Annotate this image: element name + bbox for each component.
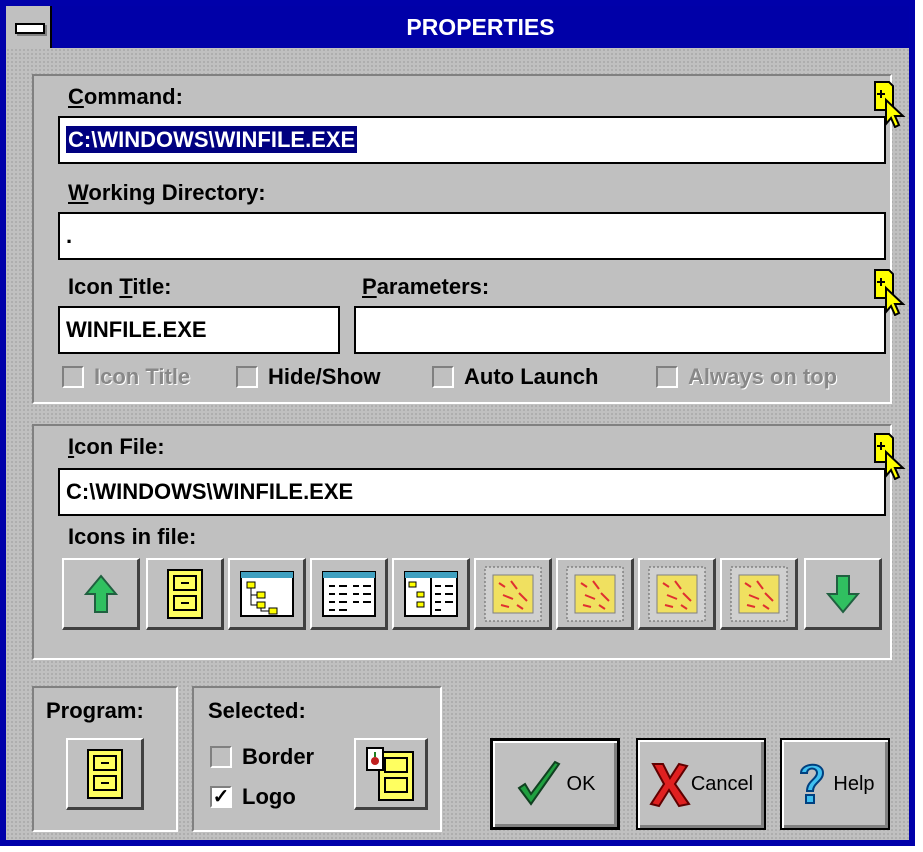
icon-panel: Icon File: C:\WINDOWS\WINFILE.EXE Icons …: [32, 424, 906, 660]
command-label: Command:: [68, 84, 183, 109]
system-menu-button[interactable]: [6, 6, 52, 48]
cancel-button[interactable]: Cancel: [636, 738, 766, 830]
program-label: Program:: [46, 698, 144, 723]
icons-in-file-label: Icons in file:: [68, 524, 197, 549]
arrow-up-icon: [83, 573, 118, 613]
browse-command-icon[interactable]: [872, 80, 908, 128]
cancel-x-icon: [649, 762, 691, 808]
working-directory-label: Working Directory:: [68, 180, 266, 205]
ok-button[interactable]: OK: [490, 738, 620, 830]
help-button[interactable]: Help: [780, 738, 890, 830]
icon-option-empty-1[interactable]: [474, 558, 552, 630]
auto-launch-checkbox[interactable]: [432, 366, 454, 388]
border-checkbox[interactable]: [210, 746, 232, 768]
file-list-icon: [321, 570, 376, 617]
title-bar: PROPERTIES: [6, 6, 909, 48]
browse-parameters-icon[interactable]: [872, 268, 908, 316]
arrow-down-icon: [825, 574, 860, 614]
icon-option-empty-4[interactable]: [720, 558, 798, 630]
icon-option-file-cabinet[interactable]: [146, 558, 224, 630]
tree-list-icon: [403, 570, 458, 617]
program-properties-panel: Command: C:\WINDOWS\WINFILE.EXE Working …: [32, 74, 906, 404]
program-icon-button[interactable]: [66, 738, 144, 810]
file-cabinet-icon: [166, 568, 203, 619]
selected-box: Selected: Border ✓ Logo: [192, 686, 442, 832]
icon-title-checkbox-label: Icon Title: [94, 364, 191, 389]
logo-check-mark: ✓: [212, 786, 230, 808]
help-button-label: Help: [833, 772, 875, 795]
auto-launch-checkbox-label: Auto Launch: [464, 364, 599, 389]
file-cabinet-icon: [86, 748, 123, 799]
no-icon-placeholder: [566, 566, 623, 621]
dialog-client: Command: C:\WINDOWS\WINFILE.EXE Working …: [6, 48, 909, 840]
cancel-button-label: Cancel: [690, 772, 754, 795]
hide-show-checkbox[interactable]: [236, 366, 258, 388]
icon-file-field[interactable]: C:\WINDOWS\WINFILE.EXE: [58, 468, 886, 516]
program-box: Program:: [32, 686, 178, 832]
no-icon-placeholder: [730, 566, 787, 621]
working-directory-field[interactable]: .: [58, 212, 886, 260]
always-on-top-checkbox[interactable]: [656, 366, 678, 388]
icon-option-tree-view[interactable]: [228, 558, 306, 630]
selected-label: Selected:: [208, 698, 306, 723]
properties-window: PROPERTIES Command: C:\WINDOWS\WINFILE.E…: [0, 0, 915, 846]
no-icon-placeholder: [648, 566, 705, 621]
tree-view-icon: [239, 570, 294, 617]
system-menu-icon: [15, 23, 45, 34]
cabinet-logo-icon: [365, 746, 414, 801]
checkmark-icon: [517, 760, 561, 806]
icon-strip: [62, 558, 882, 630]
window-title: PROPERTIES: [406, 14, 555, 40]
border-checkbox-label: Border: [242, 744, 315, 769]
hide-show-checkbox-label: Hide/Show: [268, 364, 381, 389]
icon-scroll-up-button[interactable]: [62, 558, 140, 630]
icon-file-label: Icon File:: [68, 434, 165, 459]
icon-scroll-down-button[interactable]: [804, 558, 882, 630]
browse-icon-file-icon[interactable]: [872, 432, 908, 480]
logo-checkbox-label: Logo: [242, 784, 296, 809]
help-question-icon: [800, 763, 825, 804]
icon-option-file-list[interactable]: [310, 558, 388, 630]
logo-checkbox[interactable]: ✓: [210, 786, 232, 808]
icon-title-label: Icon Title:: [68, 274, 172, 299]
parameters-field[interactable]: [354, 306, 886, 354]
selected-icon-button[interactable]: [354, 738, 428, 810]
ok-button-label: OK: [566, 772, 596, 795]
command-value: C:\WINDOWS\WINFILE.EXE: [66, 126, 358, 153]
icon-option-tree-list[interactable]: [392, 558, 470, 630]
parameters-label: Parameters:: [362, 274, 490, 299]
icon-title-checkbox[interactable]: [62, 366, 84, 388]
always-on-top-checkbox-label: Always on top: [688, 364, 838, 389]
icon-option-empty-2[interactable]: [556, 558, 634, 630]
icon-option-empty-3[interactable]: [638, 558, 716, 630]
no-icon-placeholder: [484, 566, 541, 621]
icon-title-field[interactable]: WINFILE.EXE: [58, 306, 340, 354]
command-field[interactable]: C:\WINDOWS\WINFILE.EXE: [58, 116, 886, 164]
